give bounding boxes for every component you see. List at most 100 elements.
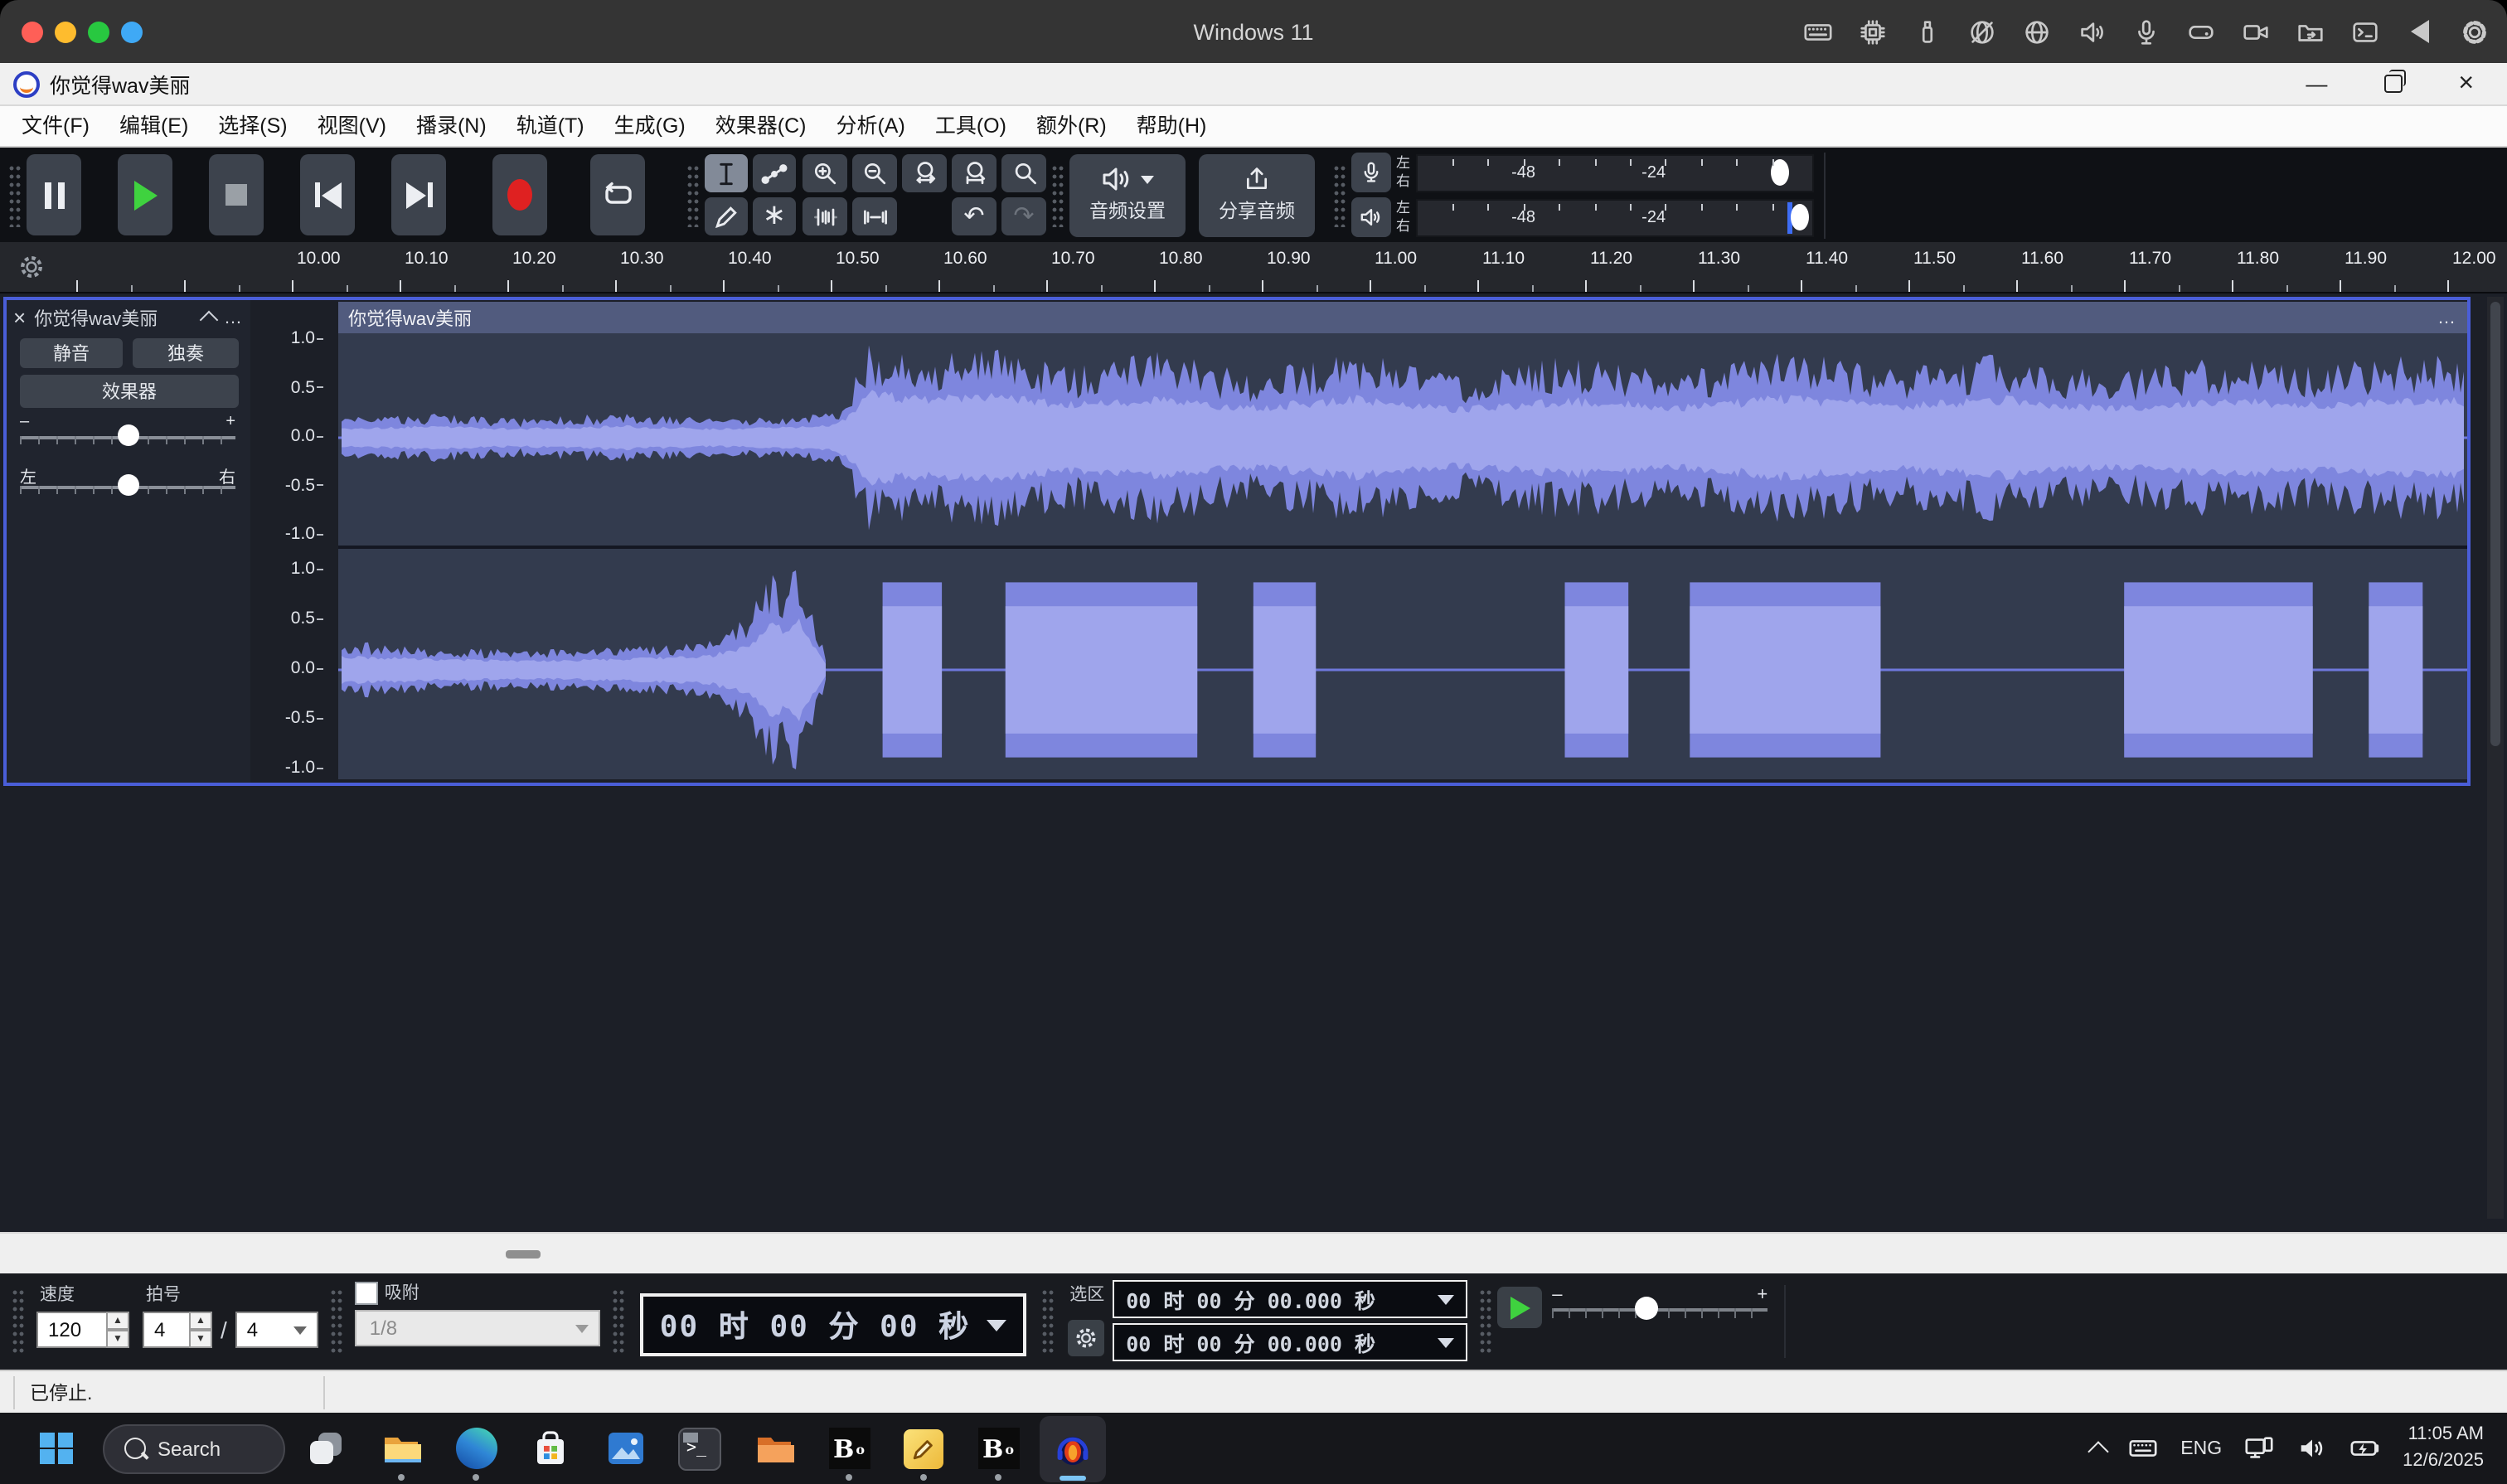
- track-close-icon[interactable]: ×: [13, 307, 26, 328]
- record-button[interactable]: [492, 154, 547, 235]
- taskbar-clock[interactable]: 11:05 AM 12/6/2025: [2403, 1422, 2484, 1475]
- recording-meter-bar[interactable]: -48 -24: [1415, 153, 1813, 192]
- restore-button[interactable]: [2383, 75, 2402, 93]
- toolbar-grip[interactable]: [1333, 163, 1346, 226]
- menu-tools[interactable]: 工具(O): [920, 106, 1021, 146]
- snap-interval-select[interactable]: 1/8: [355, 1310, 600, 1346]
- redo-button[interactable]: ↷: [1001, 197, 1046, 235]
- play-speed-thumb[interactable]: [1634, 1297, 1657, 1320]
- keyboard-icon[interactable]: [1802, 16, 1834, 47]
- back-triangle-icon[interactable]: [2404, 16, 2436, 47]
- play-speed-slider[interactable]: – +: [1552, 1288, 1768, 1328]
- clip-header[interactable]: 你觉得wav美丽 …: [338, 302, 2467, 333]
- effects-button[interactable]: 效果器: [20, 375, 239, 408]
- tray-chevron-up-icon[interactable]: [2088, 1440, 2109, 1461]
- play-button[interactable]: [118, 154, 172, 235]
- menu-transport[interactable]: 播录(N): [401, 106, 502, 146]
- pause-button[interactable]: [27, 154, 81, 235]
- gear-icon[interactable]: [2459, 16, 2490, 47]
- draw-tool-button[interactable]: [705, 197, 748, 235]
- snap-checkbox[interactable]: [355, 1281, 378, 1304]
- recording-meter[interactable]: 左右 -48 -24: [1351, 152, 1813, 193]
- horizontal-scrollbar-thumb[interactable]: [506, 1250, 541, 1258]
- trim-audio-button[interactable]: [803, 197, 847, 235]
- edge-button[interactable]: [443, 1415, 509, 1482]
- touch-keyboard-icon[interactable]: [2127, 1433, 2159, 1464]
- terminal-button[interactable]: >_: [667, 1415, 733, 1482]
- toolbar-grip[interactable]: [330, 1288, 343, 1355]
- timesig-upper-input[interactable]: 4: [143, 1312, 189, 1348]
- orange-folder-button[interactable]: [741, 1415, 807, 1482]
- toolbar-grip[interactable]: [612, 1288, 625, 1355]
- minimize-button[interactable]: —: [2306, 73, 2327, 95]
- record-meter-mic-icon[interactable]: [1351, 153, 1391, 192]
- waveform-channel-left[interactable]: [338, 333, 2467, 546]
- playback-meter[interactable]: 左右 -48 -24: [1351, 196, 1813, 238]
- toolbar-grip[interactable]: [12, 1288, 25, 1355]
- zoom-out-button[interactable]: [852, 154, 897, 192]
- selection-options-gear-icon[interactable]: [1067, 1320, 1103, 1356]
- cast-device-icon[interactable]: [2243, 1433, 2275, 1464]
- gain-slider[interactable]: – +: [20, 423, 235, 449]
- playback-meter-speaker-icon[interactable]: [1351, 197, 1391, 237]
- horizontal-scrollbar[interactable]: [0, 1232, 2507, 1273]
- drive-icon[interactable]: [2185, 16, 2217, 47]
- selection-tool-button[interactable]: [705, 154, 748, 192]
- gain-slider-thumb[interactable]: [118, 424, 139, 446]
- vertical-scale[interactable]: 1.00.50.0-0.5-1.01.00.50.0-0.5-1.0: [250, 300, 332, 783]
- globe-icon[interactable]: [2021, 16, 2053, 47]
- usb-icon[interactable]: [1912, 16, 1943, 47]
- track-collapse-icon[interactable]: [200, 311, 219, 330]
- toolbar-grip[interactable]: [686, 163, 700, 226]
- speaker-icon[interactable]: [2076, 16, 2107, 47]
- menu-generate[interactable]: 生成(G): [599, 106, 701, 146]
- taskbar-search[interactable]: Search: [103, 1423, 285, 1473]
- track-menu-icon[interactable]: …: [224, 308, 244, 327]
- audio-clip[interactable]: 你觉得wav美丽 …: [338, 302, 2467, 779]
- file-explorer-button[interactable]: [368, 1415, 434, 1482]
- cpu-icon[interactable]: [1857, 16, 1889, 47]
- b-app-button[interactable]: Bo: [816, 1415, 882, 1482]
- envelope-tool-button[interactable]: [753, 154, 796, 192]
- menu-tracks[interactable]: 轨道(T): [502, 106, 599, 146]
- vertical-scrollbar-thumb[interactable]: [2490, 302, 2500, 746]
- mute-button[interactable]: 静音: [20, 338, 123, 368]
- playback-volume-knob[interactable]: [1790, 204, 1808, 230]
- battery-icon[interactable]: [2349, 1433, 2381, 1464]
- volume-icon[interactable]: [2296, 1433, 2328, 1464]
- menu-extra[interactable]: 额外(R): [1021, 106, 1122, 146]
- skip-to-start-button[interactable]: [300, 154, 355, 235]
- play-at-speed-button[interactable]: [1497, 1287, 1542, 1328]
- menu-help[interactable]: 帮助(H): [1122, 106, 1222, 146]
- toolbar-grip[interactable]: [1479, 1288, 1492, 1355]
- start-button[interactable]: [23, 1419, 90, 1478]
- selection-end-field[interactable]: 00 时 00 分 00.000 秒: [1113, 1323, 1467, 1361]
- tempo-stepper[interactable]: ▲▼: [106, 1312, 129, 1348]
- pan-slider-thumb[interactable]: [118, 474, 139, 496]
- task-view-button[interactable]: [293, 1415, 360, 1482]
- track-area[interactable]: × 你觉得wav美丽 … 静音 独奏 效果器 – + 左: [0, 293, 2507, 1232]
- solo-button[interactable]: 独奏: [133, 338, 239, 368]
- language-indicator[interactable]: ENG: [2180, 1438, 2222, 1458]
- vertical-scrollbar[interactable]: [2487, 297, 2504, 1219]
- timesig-upper-stepper[interactable]: ▲▼: [189, 1312, 212, 1348]
- playback-meter-bar[interactable]: -48 -24: [1415, 198, 1813, 236]
- audio-position-display[interactable]: 00 时 00 分 00 秒: [640, 1293, 1026, 1356]
- track-content[interactable]: 你觉得wav美丽 …: [332, 300, 2467, 783]
- zoom-toggle-button[interactable]: [1001, 154, 1046, 192]
- menu-analyze[interactable]: 分析(A): [821, 106, 919, 146]
- notes-app-button[interactable]: [890, 1415, 957, 1482]
- toolbar-grip[interactable]: [1051, 163, 1064, 226]
- toolbar-grip[interactable]: [1041, 1288, 1055, 1355]
- selected-track[interactable]: × 你觉得wav美丽 … 静音 独奏 效果器 – + 左: [3, 297, 2471, 786]
- multi-tool-button[interactable]: ∗: [753, 197, 796, 235]
- stop-button[interactable]: [209, 154, 264, 235]
- pan-slider[interactable]: 左 右: [20, 473, 235, 499]
- toolbar-grip[interactable]: [8, 163, 22, 226]
- microsoft-store-button[interactable]: [517, 1415, 584, 1482]
- tempo-input[interactable]: 120: [36, 1312, 106, 1348]
- waveform-channel-right[interactable]: [338, 549, 2467, 779]
- share-audio-button[interactable]: 分享音频: [1199, 153, 1315, 236]
- camera-icon[interactable]: [2240, 16, 2272, 47]
- zoom-in-button[interactable]: [803, 154, 847, 192]
